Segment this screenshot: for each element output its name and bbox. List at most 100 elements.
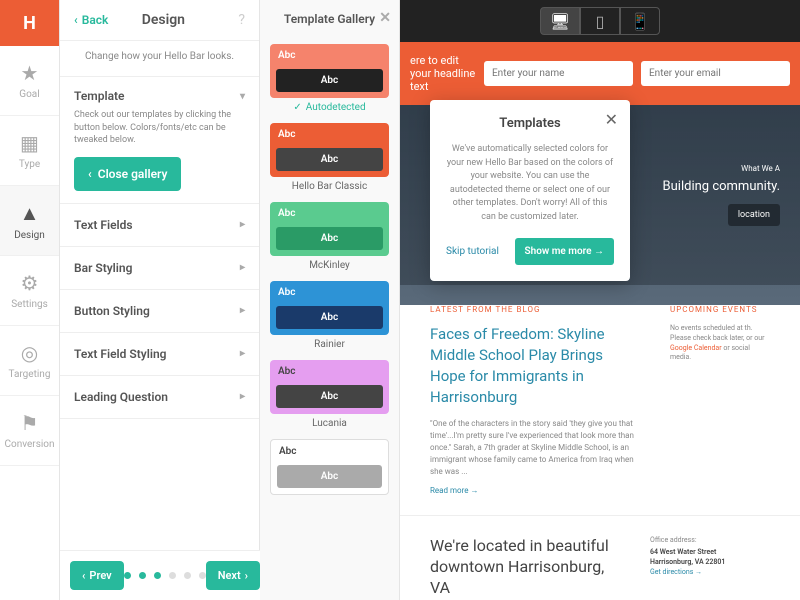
skip-tutorial-link[interactable]: Skip tutorial <box>446 246 499 257</box>
events-body: No events scheduled at th. Please check … <box>670 324 764 342</box>
template-card[interactable]: AbcAbc <box>270 44 389 98</box>
location-section: We're located in beautiful downtown Harr… <box>400 515 800 600</box>
close-icon[interactable]: ✕ <box>605 110 618 129</box>
template-name: Rainier <box>260 339 399 350</box>
template-name: Hello Bar Classic <box>260 181 399 192</box>
step-dot[interactable] <box>184 572 191 579</box>
device-desktop-button[interactable]: 🖥 <box>540 7 580 35</box>
popup-actions: Skip tutorial Show me more → <box>446 238 614 265</box>
template-top-label: Abc <box>270 281 389 302</box>
name-input[interactable] <box>484 61 633 86</box>
rail-label: Type <box>19 159 40 170</box>
image-icon: ▲ <box>20 201 40 226</box>
template-bottom-label: Abc <box>276 385 383 408</box>
bottom-nav: ‹Prev Next › <box>60 550 260 600</box>
chevron-right-icon: ▸ <box>240 262 245 273</box>
blog-column: LATEST FROM THE BLOG Faces of Freedom: S… <box>430 305 640 495</box>
template-card[interactable]: AbcAbc <box>270 281 389 335</box>
calendar-link: Google Calendar <box>670 344 722 352</box>
chevron-left-icon: ‹ <box>74 13 78 27</box>
template-bottom-label: Abc <box>276 227 383 250</box>
rail-label: Conversion <box>4 439 54 450</box>
rail-label: Goal <box>19 89 39 100</box>
location-title: We're located in beautiful downtown Harr… <box>430 536 620 598</box>
chevron-down-icon: ▾ <box>240 91 245 102</box>
chevron-right-icon: ▸ <box>240 348 245 359</box>
template-card[interactable]: AbcAbc <box>270 202 389 256</box>
events-column: UPCOMING EVENTS No events scheduled at t… <box>670 305 770 495</box>
panel-title: Design <box>88 12 238 28</box>
row-text-field-styling[interactable]: Text Field Styling▸ <box>60 333 259 376</box>
rail-conversion[interactable]: ⚑ Conversion <box>0 396 59 466</box>
close-icon[interactable]: ✕ <box>379 10 391 26</box>
row-label: Bar Styling <box>74 261 132 275</box>
device-mobile-button[interactable]: 📱 <box>620 7 660 35</box>
step-dots <box>124 572 206 579</box>
next-button[interactable]: Next › <box>206 561 260 590</box>
gallery-title: Template Gallery <box>284 12 375 26</box>
logo[interactable]: H <box>0 0 59 46</box>
blog-post-title: Faces of Freedom: Skyline Middle School … <box>430 324 640 408</box>
rail-type[interactable]: ▦Type <box>0 116 59 186</box>
flag-icon: ⚑ <box>21 411 39 435</box>
panel-header: ‹Back Design ? <box>60 0 259 41</box>
step-dot[interactable] <box>124 572 131 579</box>
mobile-icon: 📱 <box>630 12 650 31</box>
rail-goal[interactable]: ★ Goal <box>0 46 59 116</box>
rail-settings[interactable]: ⚙Settings <box>0 256 59 326</box>
row-text-fields[interactable]: Text Fields▸ <box>60 204 259 247</box>
email-input[interactable] <box>641 61 790 86</box>
template-gallery[interactable]: Template Gallery ✕ AbcAbc✓ AutodetectedA… <box>260 0 400 600</box>
button-label: Next <box>218 569 241 582</box>
hero-button: location <box>728 204 780 226</box>
row-bar-styling[interactable]: Bar Styling ▸ <box>60 247 259 290</box>
rail-label: Targeting <box>9 369 51 380</box>
template-top-label: Abc <box>270 360 389 381</box>
row-label: Button Styling <box>74 304 150 318</box>
rail-label: Design <box>14 230 45 241</box>
check-icon: ✓ <box>293 102 301 113</box>
template-bottom-label: Abc <box>276 69 383 92</box>
address-column: Office address: 64 West Water Street Har… <box>650 536 770 600</box>
chevron-right-icon: › <box>245 569 248 582</box>
step-dot[interactable] <box>199 572 206 579</box>
template-card[interactable]: Abc Abc <box>270 360 389 414</box>
template-section-title[interactable]: Template▾ <box>74 89 245 103</box>
template-card[interactable]: AbcAbc <box>270 439 389 495</box>
help-icon[interactable]: ? <box>238 12 245 28</box>
target-icon: ◎ <box>21 341 38 365</box>
row-button-styling[interactable]: Button Styling▸ <box>60 290 259 333</box>
prev-button[interactable]: ‹Prev <box>70 561 124 590</box>
content-area: LATEST FROM THE BLOG Faces of Freedom: S… <box>400 285 800 515</box>
step-dot[interactable] <box>139 572 146 579</box>
chevron-right-icon: ▸ <box>240 391 245 402</box>
rail-design[interactable]: ▲ Design <box>0 186 59 256</box>
read-more-link: Read more → <box>430 486 640 495</box>
chevron-right-icon: ▸ <box>240 219 245 230</box>
popup-title: Templates <box>446 116 614 131</box>
chevron-left-icon: ‹ <box>88 167 92 181</box>
directions-link: Get directions → <box>650 568 770 576</box>
template-card[interactable]: AbcAbc <box>270 123 389 177</box>
chevron-left-icon: ‹ <box>82 569 85 582</box>
step-dot[interactable] <box>154 572 161 579</box>
close-gallery-button[interactable]: ‹Close gallery <box>74 157 181 191</box>
hero-title: Building community. <box>663 179 780 194</box>
star-icon: ★ <box>21 61 39 85</box>
device-tablet-button[interactable]: ▯ <box>580 7 620 35</box>
template-section-desc: Check out our templates by clicking the … <box>74 109 245 147</box>
preview-area: 🖥 ▯ 📱 ere to edit your headline text Wha… <box>400 0 800 600</box>
blog-excerpt: "One of the characters in the story said… <box>430 418 640 478</box>
blog-section-label: LATEST FROM THE BLOG <box>430 305 640 314</box>
tablet-icon: ▯ <box>596 12 605 31</box>
headline-text[interactable]: ere to edit your headline text <box>410 54 476 93</box>
rail-targeting[interactable]: ◎ Targeting <box>0 326 59 396</box>
design-panel: ‹Back Design ? Change how your Hello Bar… <box>60 0 260 600</box>
row-leading-question[interactable]: Leading Question▸ <box>60 376 259 419</box>
template-section: Template▾ Check out our templates by cli… <box>60 77 259 204</box>
step-dot[interactable] <box>169 572 176 579</box>
show-more-button[interactable]: Show me more → <box>515 238 614 265</box>
gallery-header: Template Gallery ✕ <box>260 0 399 38</box>
hello-bar-preview: ere to edit your headline text <box>400 42 800 105</box>
hero-subtitle: What We A <box>741 164 780 173</box>
